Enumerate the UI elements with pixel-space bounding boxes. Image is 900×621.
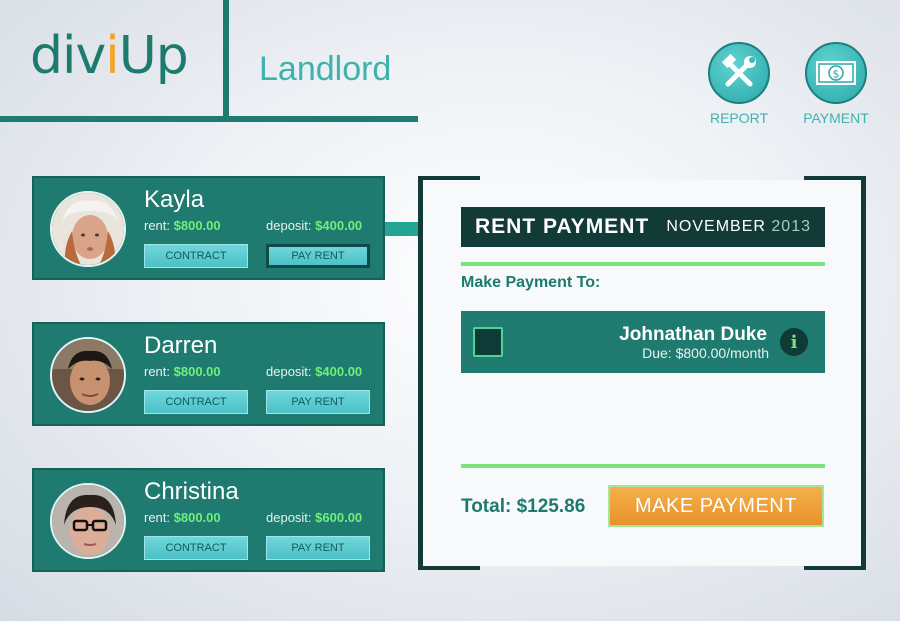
panel-title: RENT PAYMENT (475, 215, 650, 238)
tenant-card-kayla[interactable]: Kayla rent: $800.00 deposit: $400.00 CON… (32, 176, 385, 280)
payee-name: Johnathan Duke (619, 324, 767, 345)
tenant-card-christina[interactable]: Christina rent: $800.00 deposit: $600.00… (32, 468, 385, 572)
header-divider-vertical (223, 0, 229, 118)
role-title: Landlord (259, 50, 392, 88)
avatar (50, 337, 126, 413)
payment-period: NOVEMBER 2013 (666, 218, 811, 235)
rent-info: rent: $800.00 (144, 364, 221, 379)
payee-due: Due: $800.00/month (642, 345, 769, 361)
report-label: REPORT (709, 110, 769, 126)
contract-button[interactable]: CONTRACT (144, 244, 248, 268)
money-icon: $ (805, 42, 867, 104)
contract-button[interactable]: CONTRACT (144, 536, 248, 560)
tenant-name: Darren (144, 332, 218, 359)
total-amount: Total: $125.86 (461, 496, 586, 517)
pay-rent-button[interactable]: PAY RENT (266, 390, 370, 414)
pay-rent-button[interactable]: PAY RENT (266, 536, 370, 560)
tenant-name: Kayla (144, 186, 205, 213)
deposit-info: deposit: $400.00 (266, 364, 363, 379)
contract-button[interactable]: CONTRACT (144, 390, 248, 414)
make-payment-to-label: Make Payment To: (461, 274, 601, 291)
deposit-info: deposit: $400.00 (266, 218, 363, 233)
deposit-info: deposit: $600.00 (266, 510, 363, 525)
report-button[interactable]: REPORT (699, 42, 779, 126)
tools-icon (708, 42, 770, 104)
payment-button[interactable]: $ PAYMENT (796, 42, 876, 126)
selection-connector (385, 222, 420, 236)
payee-row[interactable]: Johnathan Duke Due: $800.00/month i (461, 311, 825, 373)
info-icon[interactable]: i (780, 328, 808, 356)
app-logo: diviUp (30, 26, 189, 86)
svg-text:$: $ (833, 68, 840, 81)
make-payment-button[interactable]: MAKE PAYMENT (608, 485, 824, 527)
tenant-name: Christina (144, 478, 239, 505)
rent-info: rent: $800.00 (144, 218, 221, 233)
avatar (50, 191, 126, 267)
divider (461, 464, 825, 468)
header-divider-horizontal (0, 116, 418, 122)
payee-checkbox[interactable] (473, 327, 503, 357)
tenant-card-darren[interactable]: Darren rent: $800.00 deposit: $400.00 CO… (32, 322, 385, 426)
divider (461, 262, 825, 266)
pay-rent-button[interactable]: PAY RENT (266, 244, 370, 268)
rent-payment-header: RENT PAYMENT NOVEMBER 2013 (461, 207, 825, 247)
payment-label: PAYMENT (803, 110, 869, 126)
rent-info: rent: $800.00 (144, 510, 221, 525)
avatar (50, 483, 126, 559)
